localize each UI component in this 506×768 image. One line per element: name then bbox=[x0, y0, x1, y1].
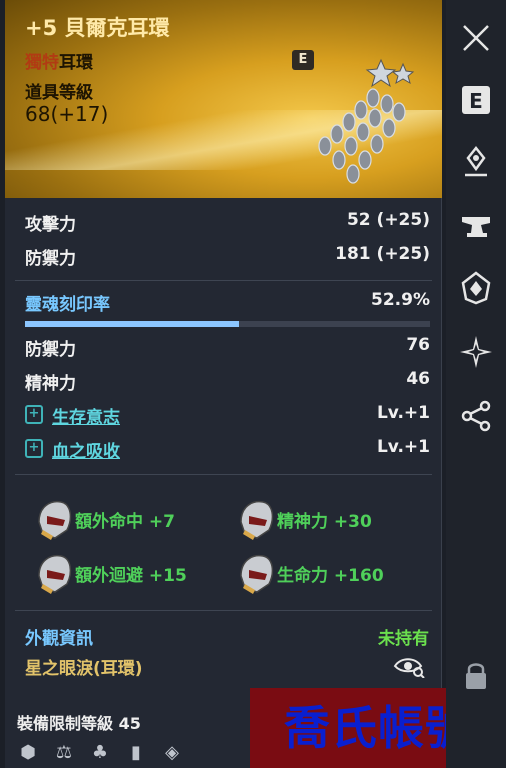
soul-engrave-progress-fill bbox=[25, 321, 240, 327]
soul-button[interactable] bbox=[454, 266, 498, 310]
starburst-icon bbox=[460, 336, 492, 368]
rarity-prefix: 獨特 bbox=[25, 53, 59, 73]
equip-level-requirement: 裝備限制等級 45 bbox=[17, 714, 141, 733]
appearance-label: 外觀資訊 bbox=[25, 629, 93, 649]
stat-row: 精神力 46 bbox=[25, 369, 430, 395]
skill-link[interactable]: 血之吸收 bbox=[52, 437, 120, 462]
soul-engrave-value: 52.9% bbox=[371, 290, 430, 310]
trade-restriction-icons: ⬢ ⚖ ♣ ▮ ◈ bbox=[17, 742, 183, 764]
bag-icon: ♣ bbox=[91, 742, 109, 763]
bonus-stat: 額外命中 +7 bbox=[33, 496, 233, 542]
bonus-text: 生命力 +160 bbox=[277, 566, 384, 586]
helmet-icon bbox=[38, 554, 72, 594]
appearance-name: 星之眼淚(耳環) bbox=[25, 659, 143, 679]
item-level-label: 道具等級 bbox=[25, 83, 93, 103]
stat-value: 76 bbox=[406, 335, 430, 355]
stat-label: 攻擊力 bbox=[25, 215, 76, 235]
stat-row: 防禦力 181 (+25) bbox=[25, 244, 430, 270]
location-button[interactable] bbox=[454, 140, 498, 184]
scale-icon: ⚖ bbox=[55, 742, 73, 763]
soul-engrave-progress bbox=[25, 321, 430, 327]
card-icon: ▮ bbox=[131, 742, 141, 763]
skill-row[interactable]: + 血之吸收 Lv.+1 bbox=[25, 437, 430, 463]
sidebar-badge-text: E bbox=[469, 89, 483, 113]
awaken-button[interactable] bbox=[454, 330, 498, 374]
skill-level: Lv.+1 bbox=[376, 437, 430, 457]
skill-plus-icon: + bbox=[25, 405, 43, 424]
preview-eye-icon[interactable] bbox=[393, 654, 425, 678]
item-rarity: 獨特耳環 bbox=[25, 48, 93, 73]
anvil-icon bbox=[462, 217, 490, 237]
equip-e-icon: E bbox=[462, 86, 490, 114]
appearance-status: 未持有 bbox=[378, 629, 429, 649]
map-pin-icon bbox=[465, 145, 487, 177]
bonus-text: 額外命中 +7 bbox=[75, 512, 175, 532]
stat-value: 181 (+25) bbox=[335, 244, 430, 264]
item-level-value: 68(+17) bbox=[25, 102, 109, 126]
item-type: 耳環 bbox=[59, 53, 93, 73]
right-sidebar: E bbox=[446, 0, 506, 768]
divider bbox=[15, 280, 432, 281]
skill-level: Lv.+1 bbox=[376, 403, 430, 423]
helmet-icon bbox=[38, 500, 72, 540]
bonus-text: 額外迴避 +15 bbox=[75, 566, 187, 586]
item-name: +5 貝爾克耳環 bbox=[25, 16, 170, 40]
close-button[interactable] bbox=[454, 16, 498, 60]
stat-row: 防禦力 76 bbox=[25, 335, 430, 361]
item-header: +5 貝爾克耳環 獨特耳環 道具等級 68(+17) E bbox=[5, 0, 442, 198]
stat-value: 52 (+25) bbox=[346, 210, 430, 230]
bonus-stat: 生命力 +160 bbox=[235, 550, 435, 596]
chest-icon: ⬢ bbox=[20, 742, 36, 763]
helmet-icon bbox=[240, 500, 274, 540]
stat-label: 防禦力 bbox=[25, 340, 76, 360]
enhance-button[interactable] bbox=[454, 204, 498, 248]
item-tooltip-panel: +5 貝爾克耳環 獨特耳環 道具等級 68(+17) E 攻擊力 52 (+25… bbox=[5, 0, 442, 768]
divider bbox=[15, 610, 432, 611]
soul-engrave-row: 靈魂刻印率 52.9% bbox=[25, 290, 430, 316]
bonus-text: 精神力 +30 bbox=[277, 512, 372, 532]
bonus-stat: 精神力 +30 bbox=[235, 496, 435, 542]
stat-row: 攻擊力 52 (+25) bbox=[25, 210, 430, 236]
helmet-icon bbox=[240, 554, 274, 594]
share-button[interactable] bbox=[454, 394, 498, 438]
earring-image bbox=[318, 58, 415, 184]
lock-icon bbox=[466, 663, 486, 689]
skill-row[interactable]: + 生存意志 Lv.+1 bbox=[25, 403, 430, 429]
equip-button[interactable]: E bbox=[454, 78, 498, 122]
diamond-icon: ◈ bbox=[165, 742, 179, 763]
bonus-stat: 額外迴避 +15 bbox=[33, 550, 233, 596]
skill-link[interactable]: 生存意志 bbox=[52, 403, 120, 428]
soul-crest-icon bbox=[461, 271, 491, 305]
stat-label: 精神力 bbox=[25, 374, 76, 394]
lock-button[interactable] bbox=[454, 654, 498, 698]
share-icon bbox=[461, 400, 491, 432]
skill-plus-icon: + bbox=[25, 439, 43, 458]
stat-label: 防禦力 bbox=[25, 249, 76, 269]
close-icon bbox=[463, 25, 489, 51]
stat-value: 46 bbox=[406, 369, 430, 389]
soul-engrave-label: 靈魂刻印率 bbox=[25, 295, 110, 315]
divider bbox=[15, 474, 432, 475]
